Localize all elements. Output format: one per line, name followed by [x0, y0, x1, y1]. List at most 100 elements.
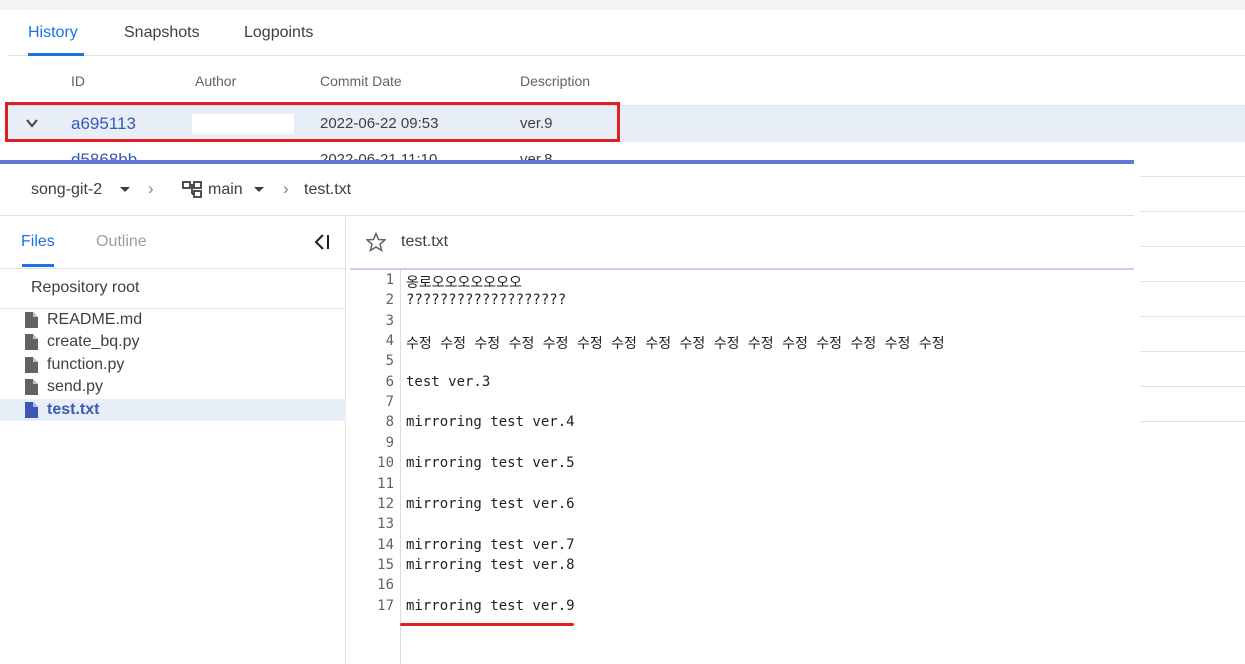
breadcrumb-repo[interactable]: song-git-2: [31, 181, 102, 199]
line-text: mirroring test ver.4: [406, 414, 575, 431]
line-number: 13: [377, 516, 394, 533]
caret-down-icon[interactable]: [254, 187, 264, 192]
column-description[interactable]: Description: [520, 73, 590, 89]
tab-logpoints[interactable]: Logpoints: [244, 24, 313, 42]
collapse-left-icon[interactable]: [312, 232, 332, 252]
commit-id-link[interactable]: d5868bb: [71, 150, 137, 160]
code-line[interactable]: 14 mirroring test ver.7: [350, 537, 1140, 557]
background-table-lines: [1140, 176, 1245, 426]
line-text: mirroring test ver.9: [406, 597, 575, 614]
file-item-create-bq[interactable]: create_bq.py: [0, 331, 346, 353]
caret-down-icon[interactable]: [120, 187, 130, 192]
line-number: 6: [385, 373, 394, 390]
breadcrumb: song-git-2 › main › test.txt: [0, 164, 1134, 216]
breadcrumb-branch[interactable]: main: [208, 181, 243, 199]
code-line[interactable]: 17 mirroring test ver.9: [350, 598, 1140, 618]
code-line[interactable]: 2???????????????????: [350, 292, 1140, 312]
file-icon: [25, 379, 38, 395]
file-name: function.py: [47, 356, 125, 373]
commit-description: ver.8: [520, 151, 553, 160]
code-area[interactable]: 1 옹로오오오오오오오 2??????????????????? 3 4 수정 수정 수정…: [350, 270, 1134, 664]
tab-outline[interactable]: Outline: [96, 233, 147, 251]
breadcrumb-file: test.txt: [304, 181, 352, 198]
code-line[interactable]: 12 mirroring test ver.6: [350, 496, 1140, 516]
commit-table-header: ID Author Commit Date Description: [8, 56, 1245, 106]
author-redacted: [192, 114, 294, 134]
code-line[interactable]: 10 mirroring test ver.5: [350, 455, 1140, 475]
line-number: 8: [385, 414, 394, 431]
editor-header: test.txt: [350, 217, 1134, 269]
sidebar-tab-bar: Files Outline: [0, 217, 345, 269]
line-text: ???????????????????: [406, 292, 567, 309]
active-tab-indicator: [22, 264, 54, 267]
line-text: 수정 수정 수정 수정 수정 수정 수정 수정 수정 수정 수정 수정 수정 수…: [406, 336, 945, 353]
code-line[interactable]: 13: [350, 516, 1140, 536]
file-icon: [25, 357, 38, 373]
line-number: 2: [385, 292, 394, 309]
repository-root[interactable]: Repository root: [0, 269, 345, 309]
editor-filename: test.txt: [401, 233, 449, 250]
repository-root-label: Repository root: [31, 279, 140, 296]
line-text: mirroring test ver.8: [406, 556, 575, 573]
column-id[interactable]: ID: [71, 73, 85, 89]
code-line[interactable]: 6 test ver.3: [350, 374, 1140, 394]
line-number: 15: [377, 556, 394, 573]
file-name: create_bq.py: [47, 333, 140, 350]
code-line[interactable]: 15 mirroring test ver.8: [350, 557, 1140, 577]
star-outline-icon[interactable]: [366, 232, 386, 252]
line-number: 3: [385, 312, 394, 329]
line-text: 옹로오오오오오오오: [406, 275, 522, 291]
commit-id-link[interactable]: a695113: [71, 114, 136, 134]
line-number: 10: [377, 455, 394, 472]
code-line[interactable]: 11: [350, 476, 1140, 496]
commit-row[interactable]: a695113 2022-06-22 09:53 ver.9: [8, 106, 1245, 142]
file-item-function[interactable]: function.py: [0, 354, 346, 376]
line-text: test ver.3: [406, 373, 491, 390]
column-author[interactable]: Author: [195, 73, 236, 89]
code-line[interactable]: 16: [350, 577, 1140, 597]
tab-snapshots[interactable]: Snapshots: [124, 24, 200, 42]
line-text: mirroring test ver.5: [406, 455, 575, 472]
line-number: 12: [377, 495, 394, 512]
line-number: 11: [377, 475, 394, 492]
commit-date: 2022-06-21 11:10: [320, 151, 438, 160]
file-item-send[interactable]: send.py: [0, 376, 346, 398]
file-item-test[interactable]: test.txt: [0, 399, 346, 421]
column-commit-date[interactable]: Commit Date: [320, 73, 402, 89]
history-tab-bar: History Snapshots Logpoints: [8, 10, 1245, 56]
file-sidebar: Files Outline Repository root README.md …: [0, 217, 346, 664]
line-number: 14: [377, 536, 394, 553]
chevron-down-icon[interactable]: [25, 116, 39, 130]
line-number: 5: [385, 353, 394, 370]
line-number: 16: [377, 577, 394, 594]
code-line[interactable]: 7: [350, 394, 1140, 414]
code-line[interactable]: 9: [350, 435, 1140, 455]
commit-description: ver.9: [520, 115, 553, 132]
code-line[interactable]: 3: [350, 313, 1140, 333]
chevron-right-icon: ›: [283, 179, 289, 198]
line-text: mirroring test ver.7: [406, 536, 575, 553]
file-icon: [25, 312, 38, 328]
line-text: mirroring test ver.6: [406, 495, 575, 512]
tab-history[interactable]: History: [28, 24, 78, 42]
file-name: test.txt: [47, 401, 100, 418]
line-number: 9: [385, 434, 394, 451]
file-name: README.md: [47, 311, 143, 328]
line-number: 7: [385, 394, 394, 411]
file-item-readme[interactable]: README.md: [0, 309, 346, 331]
commit-row[interactable]: d5868bb 2022-06-21 11:10 ver.8: [8, 142, 1245, 160]
line-number: 17: [377, 597, 394, 614]
code-line[interactable]: 8 mirroring test ver.4: [350, 414, 1140, 434]
code-line[interactable]: 5: [350, 353, 1140, 373]
file-icon: [25, 402, 38, 418]
file-icon: [25, 334, 38, 350]
annotation-underline: [400, 623, 574, 626]
code-line[interactable]: 1 옹로오오오오오오오: [350, 272, 1140, 292]
tab-files[interactable]: Files: [21, 233, 55, 251]
commit-date: 2022-06-22 09:53: [320, 115, 439, 132]
file-name: send.py: [47, 378, 104, 395]
code-line[interactable]: 4 수정 수정 수정 수정 수정 수정 수정 수정 수정 수정 수정 수정 수정 …: [350, 333, 1140, 353]
branch-icon: [182, 181, 202, 198]
top-strip: [0, 0, 1245, 10]
chevron-right-icon: ›: [148, 179, 154, 198]
